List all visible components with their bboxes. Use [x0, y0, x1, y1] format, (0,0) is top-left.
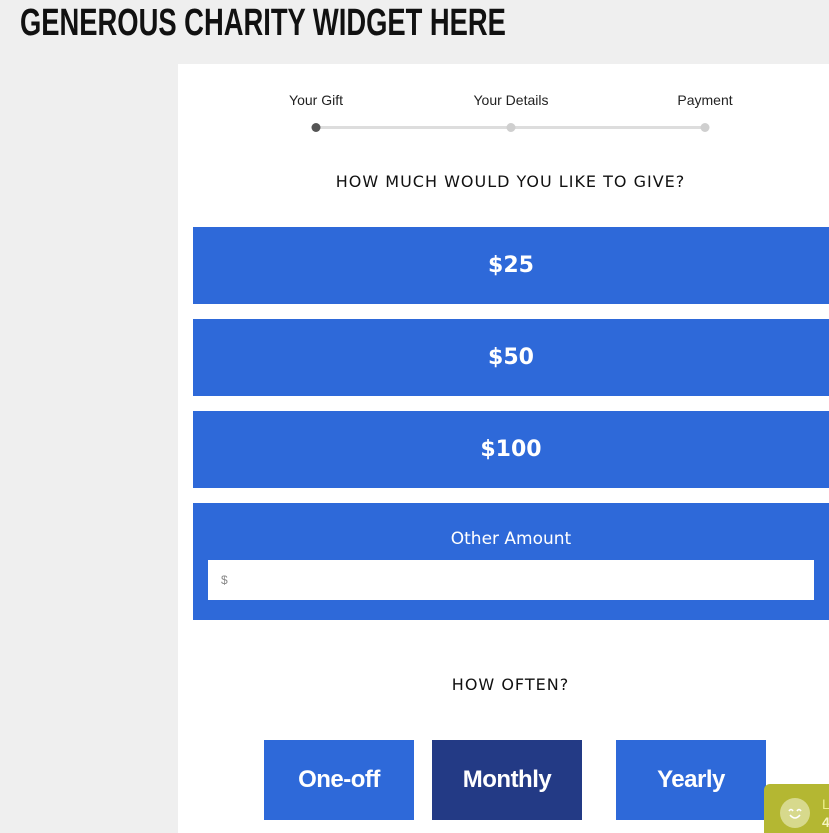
frequency-button-yearly[interactable]: Yearly [616, 740, 766, 820]
chat-text-line2: 4 [822, 814, 829, 830]
chat-text-line1: L [822, 796, 829, 812]
step-label-payment: Payment [677, 92, 733, 108]
amount-heading: HOW MUCH WOULD YOU LIKE TO GIVE? [335, 172, 686, 191]
frequency-button-monthly[interactable]: Monthly [432, 740, 582, 820]
step-dot-your-gift [311, 123, 321, 132]
step-label-your-gift: Your Gift [289, 92, 343, 108]
step-label-your-details: Your Details [473, 92, 549, 108]
page-title: GENEROUS CHARITY WIDGET HERE [20, 2, 506, 44]
frequency-heading: HOW OFTEN? [451, 675, 570, 694]
donation-widget: Your Gift Your Details Payment HOW MUCH … [178, 64, 829, 833]
step-dot-your-details [506, 123, 516, 132]
amount-button-50[interactable]: $50 [193, 319, 829, 396]
other-amount-box: Other Amount $ [193, 503, 829, 620]
other-amount-field[interactable]: $ [208, 560, 814, 600]
chat-launcher[interactable]: L 4 [764, 784, 829, 833]
amount-button-25[interactable]: $25 [193, 227, 829, 304]
amount-button-100[interactable]: $100 [193, 411, 829, 488]
currency-prefix: $ [221, 573, 228, 587]
frequency-button-one-off[interactable]: One-off [264, 740, 414, 820]
smiley-face-icon [780, 798, 810, 828]
other-amount-input[interactable] [233, 560, 814, 600]
other-amount-label: Other Amount [450, 529, 572, 549]
step-dot-payment [700, 123, 710, 132]
